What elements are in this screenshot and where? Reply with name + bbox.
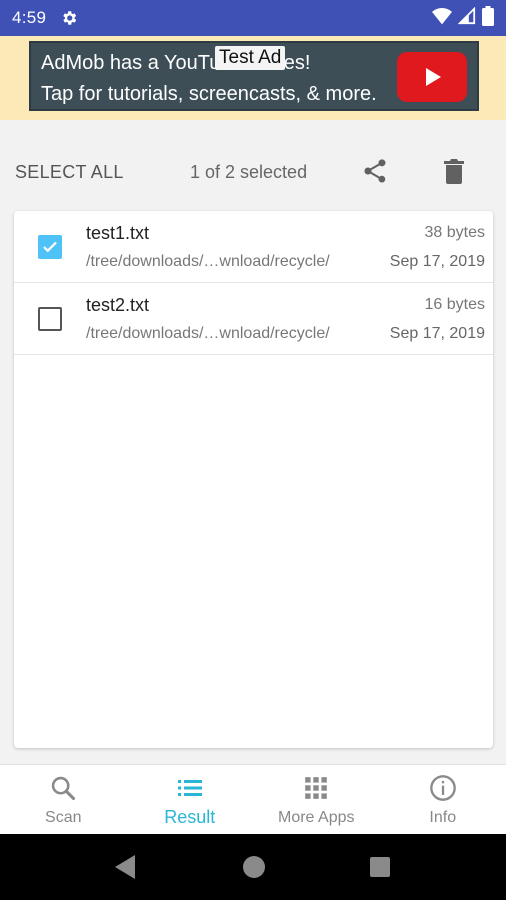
file-date: Sep 17, 2019 bbox=[389, 253, 485, 270]
home-circle-icon[interactable] bbox=[243, 856, 265, 878]
file-name: test2.txt bbox=[86, 295, 150, 315]
delete-button[interactable] bbox=[440, 158, 468, 188]
selection-count: 1 of 2 selected bbox=[190, 162, 308, 182]
settings-gear-icon bbox=[60, 9, 78, 27]
system-navigation-bar bbox=[0, 834, 506, 900]
nav-label-info: Info bbox=[429, 809, 457, 826]
nav-item-more-apps[interactable]: More Apps bbox=[253, 765, 380, 835]
share-button[interactable] bbox=[360, 158, 390, 188]
file-date: Sep 17, 2019 bbox=[389, 325, 485, 342]
cell-signal-icon bbox=[457, 6, 476, 30]
nav-label-result: Result bbox=[164, 807, 216, 827]
file-path: /tree/downloads/…wnload/recycle/ bbox=[86, 325, 330, 342]
search-icon bbox=[48, 773, 78, 803]
file-checkbox-unchecked[interactable] bbox=[38, 307, 62, 331]
share-icon bbox=[361, 157, 389, 190]
wifi-icon bbox=[432, 7, 452, 30]
test-ad-label: Test Ad bbox=[215, 46, 286, 70]
status-bar: 4:59 bbox=[0, 0, 506, 36]
status-time: 4:59 bbox=[12, 8, 47, 27]
selection-toolbar: SELECT ALL 1 of 2 selected bbox=[0, 150, 506, 196]
battery-icon bbox=[482, 5, 494, 31]
file-row[interactable]: test2.txt 16 bytes /tree/downloads/…wnlo… bbox=[14, 283, 493, 355]
ad-subline: Tap for tutorials, screencasts, & more. bbox=[41, 83, 377, 105]
nav-item-info[interactable]: Info bbox=[380, 765, 506, 835]
apps-grid-icon bbox=[301, 773, 331, 803]
file-path: /tree/downloads/…wnload/recycle/ bbox=[86, 253, 330, 270]
select-all-button[interactable]: SELECT ALL bbox=[15, 162, 124, 183]
file-size: 16 bytes bbox=[424, 296, 485, 313]
file-name: test1.txt bbox=[86, 223, 150, 243]
recents-square-icon[interactable] bbox=[370, 857, 390, 877]
back-triangle-icon[interactable] bbox=[113, 854, 137, 885]
file-list: test1.txt 38 bytes /tree/downloads/…wnlo… bbox=[14, 211, 493, 748]
bottom-navigation: Scan Result More Apps Info bbox=[0, 764, 506, 834]
file-size: 38 bytes bbox=[424, 224, 485, 241]
trash-icon bbox=[442, 157, 466, 190]
nav-label-more-apps: More Apps bbox=[278, 809, 355, 826]
youtube-play-icon[interactable] bbox=[397, 52, 467, 102]
checkmark-icon bbox=[43, 241, 57, 253]
list-icon bbox=[175, 773, 205, 803]
nav-item-scan[interactable]: Scan bbox=[0, 765, 127, 835]
ad-banner[interactable]: AdMob has a YouTube Series! Tap for tuto… bbox=[0, 36, 506, 120]
file-row[interactable]: test1.txt 38 bytes /tree/downloads/…wnlo… bbox=[14, 211, 493, 283]
nav-item-result[interactable]: Result bbox=[127, 765, 254, 835]
nav-label-scan: Scan bbox=[45, 809, 82, 826]
file-checkbox-checked[interactable] bbox=[38, 235, 62, 259]
info-icon bbox=[428, 773, 458, 803]
